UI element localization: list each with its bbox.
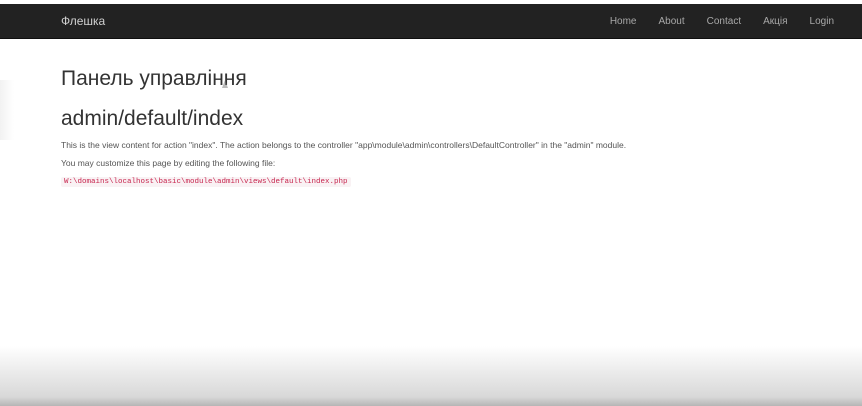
page-title: Панель управління: [61, 67, 247, 90]
file-path-code: W:\domains\localhost\basic\module\admin\…: [61, 177, 351, 187]
left-edge-shadow: [0, 80, 14, 140]
nav-item-home[interactable]: Home: [610, 16, 637, 27]
route-title: admin/default/index: [61, 107, 244, 130]
mouse-cursor-icon: [222, 80, 228, 88]
nav-item-login[interactable]: Login: [810, 16, 834, 27]
description-text: This is the view content for action "ind…: [61, 140, 627, 150]
brand-link[interactable]: Флешка: [61, 4, 105, 38]
nav-item-promo[interactable]: Акція: [763, 16, 787, 27]
page: Флешка Home About Contact Акція Login Па…: [0, 0, 862, 406]
nav-menu: Home About Contact Акція Login: [588, 4, 834, 38]
nav-item-about[interactable]: About: [659, 16, 685, 27]
bottom-fade: [0, 346, 862, 406]
nav-item-contact[interactable]: Contact: [707, 16, 741, 27]
customize-text: You may customize this page by editing t…: [61, 158, 276, 168]
navbar: Флешка Home About Contact Акція Login: [0, 4, 862, 39]
main-content: Панель управління admin/default/index Th…: [61, 60, 821, 188]
